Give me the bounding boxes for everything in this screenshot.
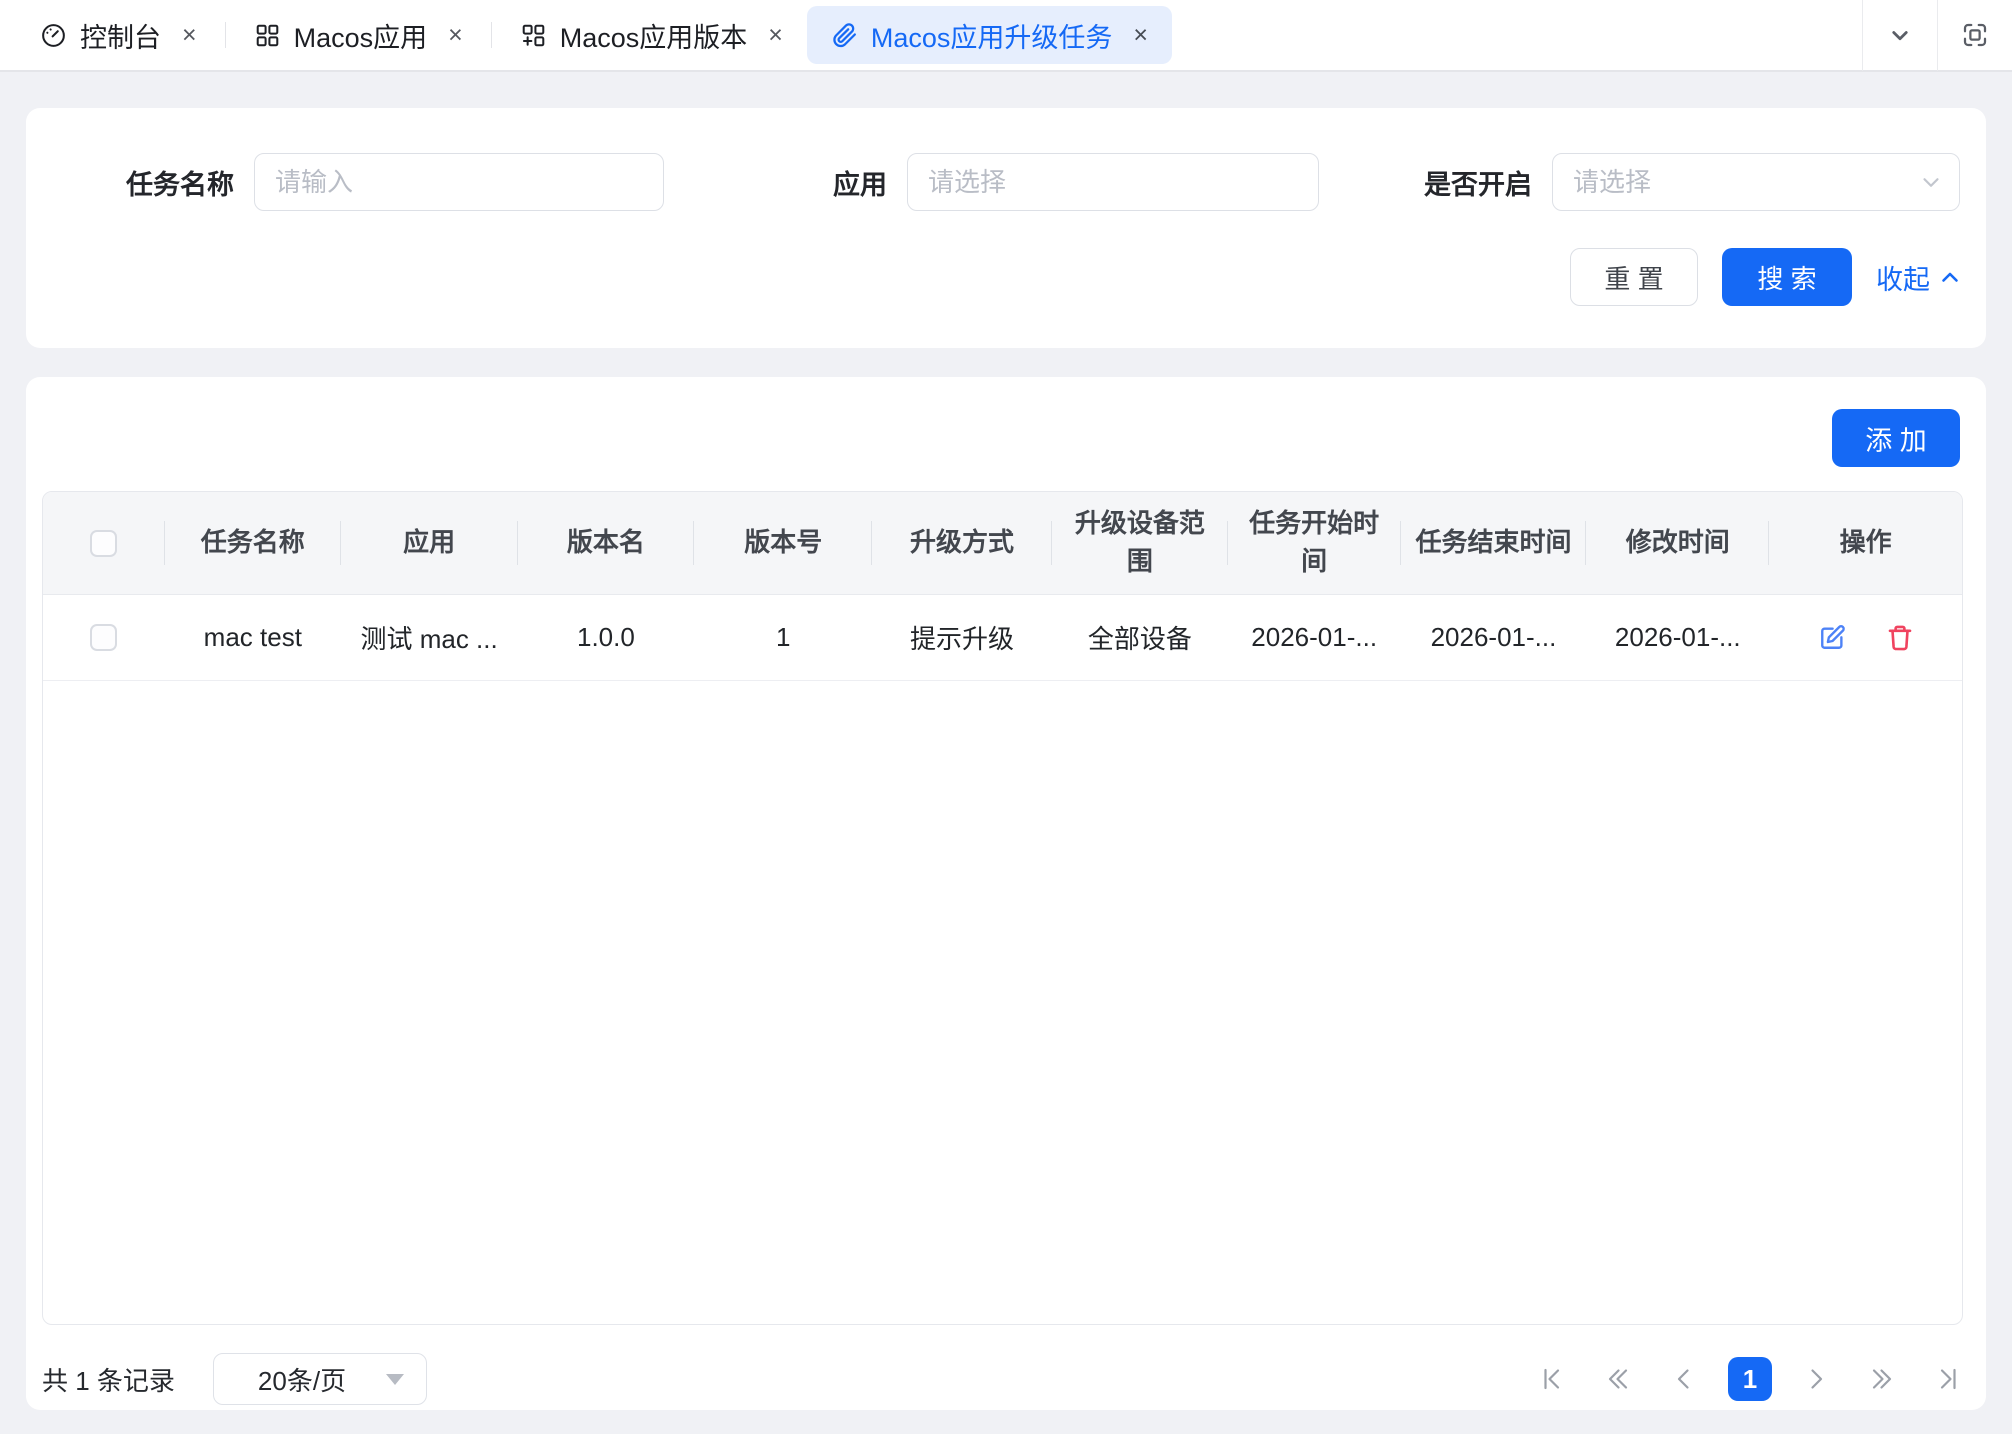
tab-divider bbox=[491, 22, 492, 48]
tab-macos-app-upgrade-task[interactable]: Macos应用升级任务 × bbox=[807, 6, 1172, 64]
header-end-time: 任务结束时间 bbox=[1401, 492, 1587, 594]
page-size-value: 20条/页 bbox=[258, 1361, 346, 1398]
cell-modified-time: 2026-01-... bbox=[1586, 595, 1769, 680]
app-select[interactable] bbox=[907, 153, 1319, 211]
apps-grid-icon bbox=[254, 22, 281, 49]
last-page-button[interactable] bbox=[1926, 1357, 1970, 1401]
cell-operations bbox=[1769, 595, 1962, 680]
fullscreen-button[interactable] bbox=[1938, 0, 2012, 70]
apps-grid-plus-icon bbox=[520, 22, 547, 49]
tab-label: 控制台 bbox=[80, 16, 161, 55]
tab-bar: 控制台 × Macos应用 × bbox=[0, 0, 2012, 72]
app-window: 控制台 × Macos应用 × bbox=[0, 0, 2012, 1434]
gauge-icon bbox=[40, 22, 67, 49]
collapse-label: 收起 bbox=[1876, 258, 1930, 297]
task-name-input[interactable] bbox=[254, 153, 664, 211]
cell-end-time: 2026-01-... bbox=[1401, 595, 1587, 680]
collapse-link[interactable]: 收起 bbox=[1876, 258, 1962, 297]
close-icon[interactable]: × bbox=[768, 23, 783, 48]
enabled-label: 是否开启 bbox=[1424, 163, 1532, 202]
tabbar-controls bbox=[1862, 0, 2012, 70]
select-all-checkbox[interactable] bbox=[90, 530, 117, 557]
total-records-text: 共 1 条记录 bbox=[42, 1361, 175, 1398]
tab-label: Macos应用 bbox=[294, 16, 428, 55]
cell-upgrade-mode: 提示升级 bbox=[872, 595, 1052, 680]
header-start-time: 任务开始时间 bbox=[1228, 492, 1401, 594]
add-button[interactable]: 添 加 bbox=[1832, 409, 1960, 467]
fullscreen-icon bbox=[1960, 20, 1990, 50]
header-upgrade-mode: 升级方式 bbox=[872, 492, 1052, 594]
task-name-label: 任务名称 bbox=[126, 163, 234, 202]
filter-actions: 重 置 搜 索 收起 bbox=[1570, 248, 1962, 306]
tab-divider bbox=[225, 22, 226, 48]
table-row: mac test 测试 mac ... 1.0.0 1 提示升级 全部设备 20… bbox=[43, 595, 1962, 681]
table-header-row: 任务名称 应用 版本名 版本号 升级方式 升级设备范围 任务开始时间 任务结束时… bbox=[43, 492, 1962, 595]
header-app: 应用 bbox=[341, 492, 518, 594]
filter-panel: 任务名称 应用 是否开启 重 置 搜 索 收 bbox=[26, 108, 1986, 348]
current-page-button[interactable]: 1 bbox=[1728, 1357, 1772, 1401]
tab-macos-app-version[interactable]: Macos应用版本 × bbox=[496, 6, 807, 64]
header-operations: 操作 bbox=[1769, 492, 1962, 594]
reset-button[interactable]: 重 置 bbox=[1570, 248, 1698, 306]
header-device-scope: 升级设备范围 bbox=[1052, 492, 1228, 594]
select-all-cell bbox=[43, 492, 165, 594]
cell-task-name: mac test bbox=[165, 595, 341, 680]
close-icon[interactable]: × bbox=[448, 23, 463, 48]
page-size-select[interactable]: 20条/页 bbox=[213, 1353, 427, 1405]
header-version-name: 版本名 bbox=[518, 492, 695, 594]
cell-start-time: 2026-01-... bbox=[1228, 595, 1401, 680]
next-page-button[interactable] bbox=[1794, 1357, 1838, 1401]
app-label: 应用 bbox=[833, 163, 887, 202]
row-select-cell bbox=[43, 595, 165, 680]
task-table: 任务名称 应用 版本名 版本号 升级方式 升级设备范围 任务开始时间 任务结束时… bbox=[42, 491, 1963, 1325]
filter-group-enabled: 是否开启 bbox=[1424, 153, 1960, 211]
delete-icon[interactable] bbox=[1885, 623, 1915, 653]
first-page-button[interactable] bbox=[1530, 1357, 1574, 1401]
close-icon[interactable]: × bbox=[1133, 23, 1148, 48]
close-icon[interactable]: × bbox=[182, 23, 197, 48]
row-checkbox[interactable] bbox=[90, 624, 117, 651]
header-modified-time: 修改时间 bbox=[1586, 492, 1769, 594]
pagination: 1 bbox=[1530, 1357, 1970, 1401]
enabled-select[interactable] bbox=[1552, 153, 1960, 211]
task-list-panel: 添 加 任务名称 应用 版本名 版本号 升级方式 升级设备范围 任务开始时间 任… bbox=[26, 377, 1986, 1410]
tab-console[interactable]: 控制台 × bbox=[16, 6, 221, 64]
header-version-code: 版本号 bbox=[694, 492, 872, 594]
previous-page-button[interactable] bbox=[1662, 1357, 1706, 1401]
cell-version-name: 1.0.0 bbox=[518, 595, 695, 680]
tab-macos-app[interactable]: Macos应用 × bbox=[230, 6, 487, 64]
table-footer: 共 1 条记录 20条/页 bbox=[42, 1353, 1970, 1405]
edit-icon[interactable] bbox=[1817, 623, 1847, 653]
paperclip-icon bbox=[831, 22, 858, 49]
tab-label: Macos应用版本 bbox=[560, 16, 748, 55]
forward-five-pages-button[interactable] bbox=[1860, 1357, 1904, 1401]
cell-device-scope: 全部设备 bbox=[1052, 595, 1228, 680]
tab-list-dropdown-button[interactable] bbox=[1863, 0, 1937, 70]
cell-app: 测试 mac ... bbox=[341, 595, 518, 680]
chevron-up-icon bbox=[1938, 265, 1962, 289]
chevron-down-icon bbox=[1885, 20, 1915, 50]
search-button[interactable]: 搜 索 bbox=[1722, 248, 1852, 306]
back-five-pages-button[interactable] bbox=[1596, 1357, 1640, 1401]
caret-down-icon bbox=[386, 1374, 404, 1385]
cell-version-code: 1 bbox=[694, 595, 872, 680]
header-task-name: 任务名称 bbox=[165, 492, 341, 594]
filter-group-task-name: 任务名称 bbox=[126, 153, 664, 211]
tab-label: Macos应用升级任务 bbox=[871, 16, 1113, 55]
filter-group-app: 应用 bbox=[833, 153, 1319, 211]
tab-list: 控制台 × Macos应用 × bbox=[0, 0, 1862, 70]
